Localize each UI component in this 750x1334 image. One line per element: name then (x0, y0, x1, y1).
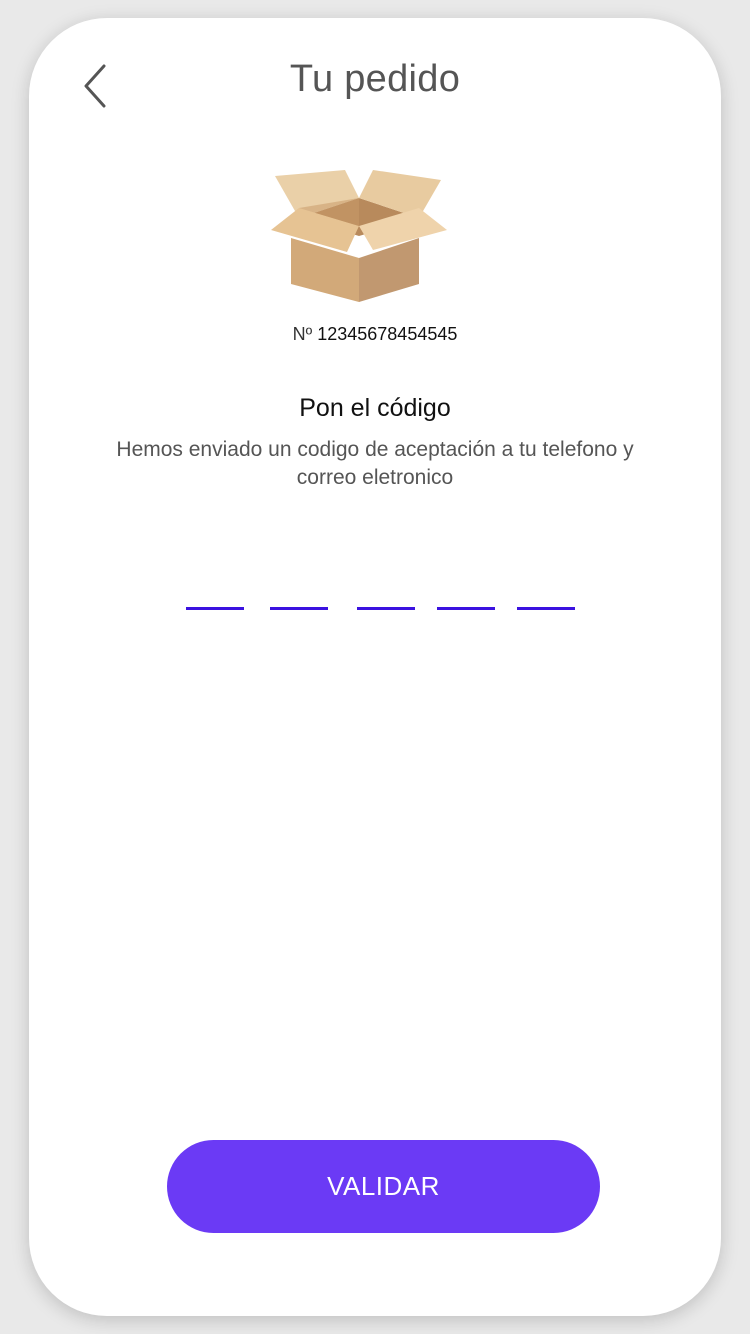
order-number: Nº 12345678454545 (29, 324, 721, 345)
open-box-icon (271, 170, 447, 302)
page-title: Tu pedido (289, 58, 461, 100)
order-number-value: 12345678454545 (317, 324, 458, 344)
code-digit-input-2[interactable] (270, 607, 328, 610)
code-description: Hemos enviado un codigo de aceptación a … (116, 438, 634, 489)
code-digit-input-5[interactable] (517, 607, 575, 610)
phone-screen: Tu pedido Nº 12345678454545 Pon el códig… (29, 18, 721, 1316)
order-number-prefix: Nº (292, 324, 313, 344)
validate-button[interactable]: VALIDAR (167, 1140, 600, 1233)
code-digit-input-1[interactable] (186, 607, 244, 610)
code-digit-input-3[interactable] (357, 607, 415, 610)
code-heading: Pon el código (299, 394, 451, 422)
code-digit-input-4[interactable] (437, 607, 495, 610)
